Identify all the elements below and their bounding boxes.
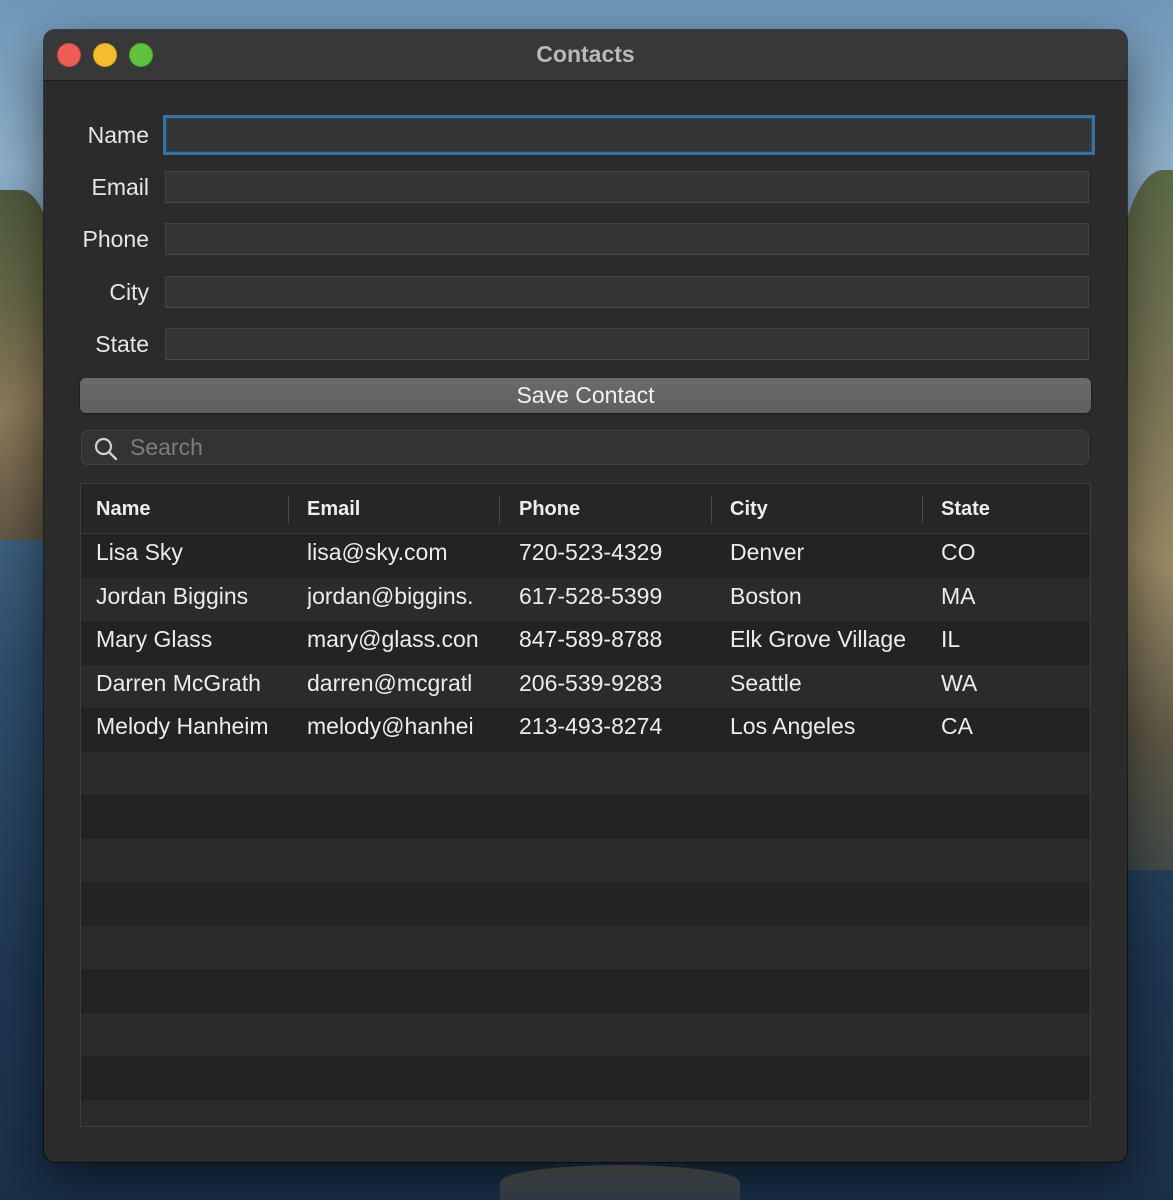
cell-phone: 206-539-9283 [519,669,663,696]
column-header-state[interactable]: State [941,484,1081,533]
cell-state: MA [941,582,976,609]
cell-state: CA [941,713,973,739]
state-label: State [95,331,149,357]
empty-row [81,795,1090,839]
state-field[interactable] [165,328,1089,360]
cell-state: WA [941,669,978,696]
empty-row [81,882,1090,926]
search-field[interactable] [81,430,1089,465]
empty-row [81,969,1090,1013]
email-field[interactable] [165,171,1089,203]
column-divider[interactable] [711,496,712,523]
column-header-city[interactable]: City [730,484,908,533]
empty-row [81,1099,1090,1126]
contacts-table: Name Email Phone City State Lisa Sky lis… [80,483,1091,1127]
cell-city: Denver [730,539,805,565]
cell-name: Mary Glass [96,626,213,652]
search-icon [94,437,118,461]
cell-email: mary@glass.con [307,626,479,652]
form-row-phone: Phone [44,219,1127,259]
desktop-wallpaper-rock [500,1165,740,1200]
save-contact-button[interactable]: Save Contact [80,378,1091,413]
cell-email: jordan@biggins. [307,582,474,609]
cell-email: lisa@sky.com [307,539,448,565]
cell-email: melody@hanhei [307,713,474,739]
email-label: Email [91,174,149,200]
cell-name: Jordan Biggins [96,582,249,609]
table-row[interactable]: Melody Hanheim melody@hanhei 213-493-827… [81,708,1090,752]
form-row-email: Email [44,167,1127,207]
city-label: City [109,279,149,305]
table-row[interactable]: Jordan Biggins jordan@biggins. 617-528-5… [81,577,1090,621]
table-row[interactable]: Mary Glass mary@glass.con 847-589-8788 E… [81,621,1090,665]
cell-state: CO [941,539,976,565]
empty-row [81,838,1090,882]
empty-row [81,751,1090,795]
cell-phone: 847-589-8788 [519,626,663,652]
form-row-city: City [44,272,1127,312]
cell-city: Boston [730,582,802,609]
cell-email: darren@mcgratl [307,669,473,696]
search-input[interactable] [130,431,1070,464]
table-body: Lisa Sky lisa@sky.com 720-523-4329 Denve… [81,534,1090,1126]
name-field[interactable] [163,115,1095,155]
cell-city: Seattle [730,669,802,696]
column-divider[interactable] [499,496,500,523]
table-header: Name Email Phone City State [81,484,1090,534]
city-field[interactable] [165,276,1089,308]
cell-state: IL [941,626,961,652]
cell-city: Elk Grove Village [730,626,906,652]
form-row-state: State [44,324,1127,364]
column-header-name[interactable]: Name [96,484,274,533]
table-row[interactable]: Lisa Sky lisa@sky.com 720-523-4329 Denve… [81,534,1090,578]
contacts-window: Contacts Name Email Phone City State Sav… [44,30,1127,1162]
phone-label: Phone [82,226,149,252]
cell-city: Los Angeles [730,713,856,739]
table-row[interactable]: Darren McGrath darren@mcgratl 206-539-92… [81,664,1090,708]
cell-phone: 213-493-8274 [519,713,663,739]
cell-name: Darren McGrath [96,669,261,696]
cell-phone: 720-523-4329 [519,539,663,565]
phone-field[interactable] [165,223,1089,255]
empty-row [81,925,1090,969]
column-divider[interactable] [922,496,923,523]
cell-name: Melody Hanheim [96,713,269,739]
name-label: Name [87,122,149,148]
window-title: Contacts [536,41,635,67]
empty-row [81,1012,1090,1056]
column-header-email[interactable]: Email [307,484,485,533]
title-bar[interactable]: Contacts [44,30,1127,81]
column-header-phone[interactable]: Phone [519,484,697,533]
cell-phone: 617-528-5399 [519,582,663,609]
cell-name: Lisa Sky [96,539,183,565]
column-divider[interactable] [288,496,289,523]
empty-row [81,1056,1090,1100]
form-row-name: Name [44,115,1127,155]
